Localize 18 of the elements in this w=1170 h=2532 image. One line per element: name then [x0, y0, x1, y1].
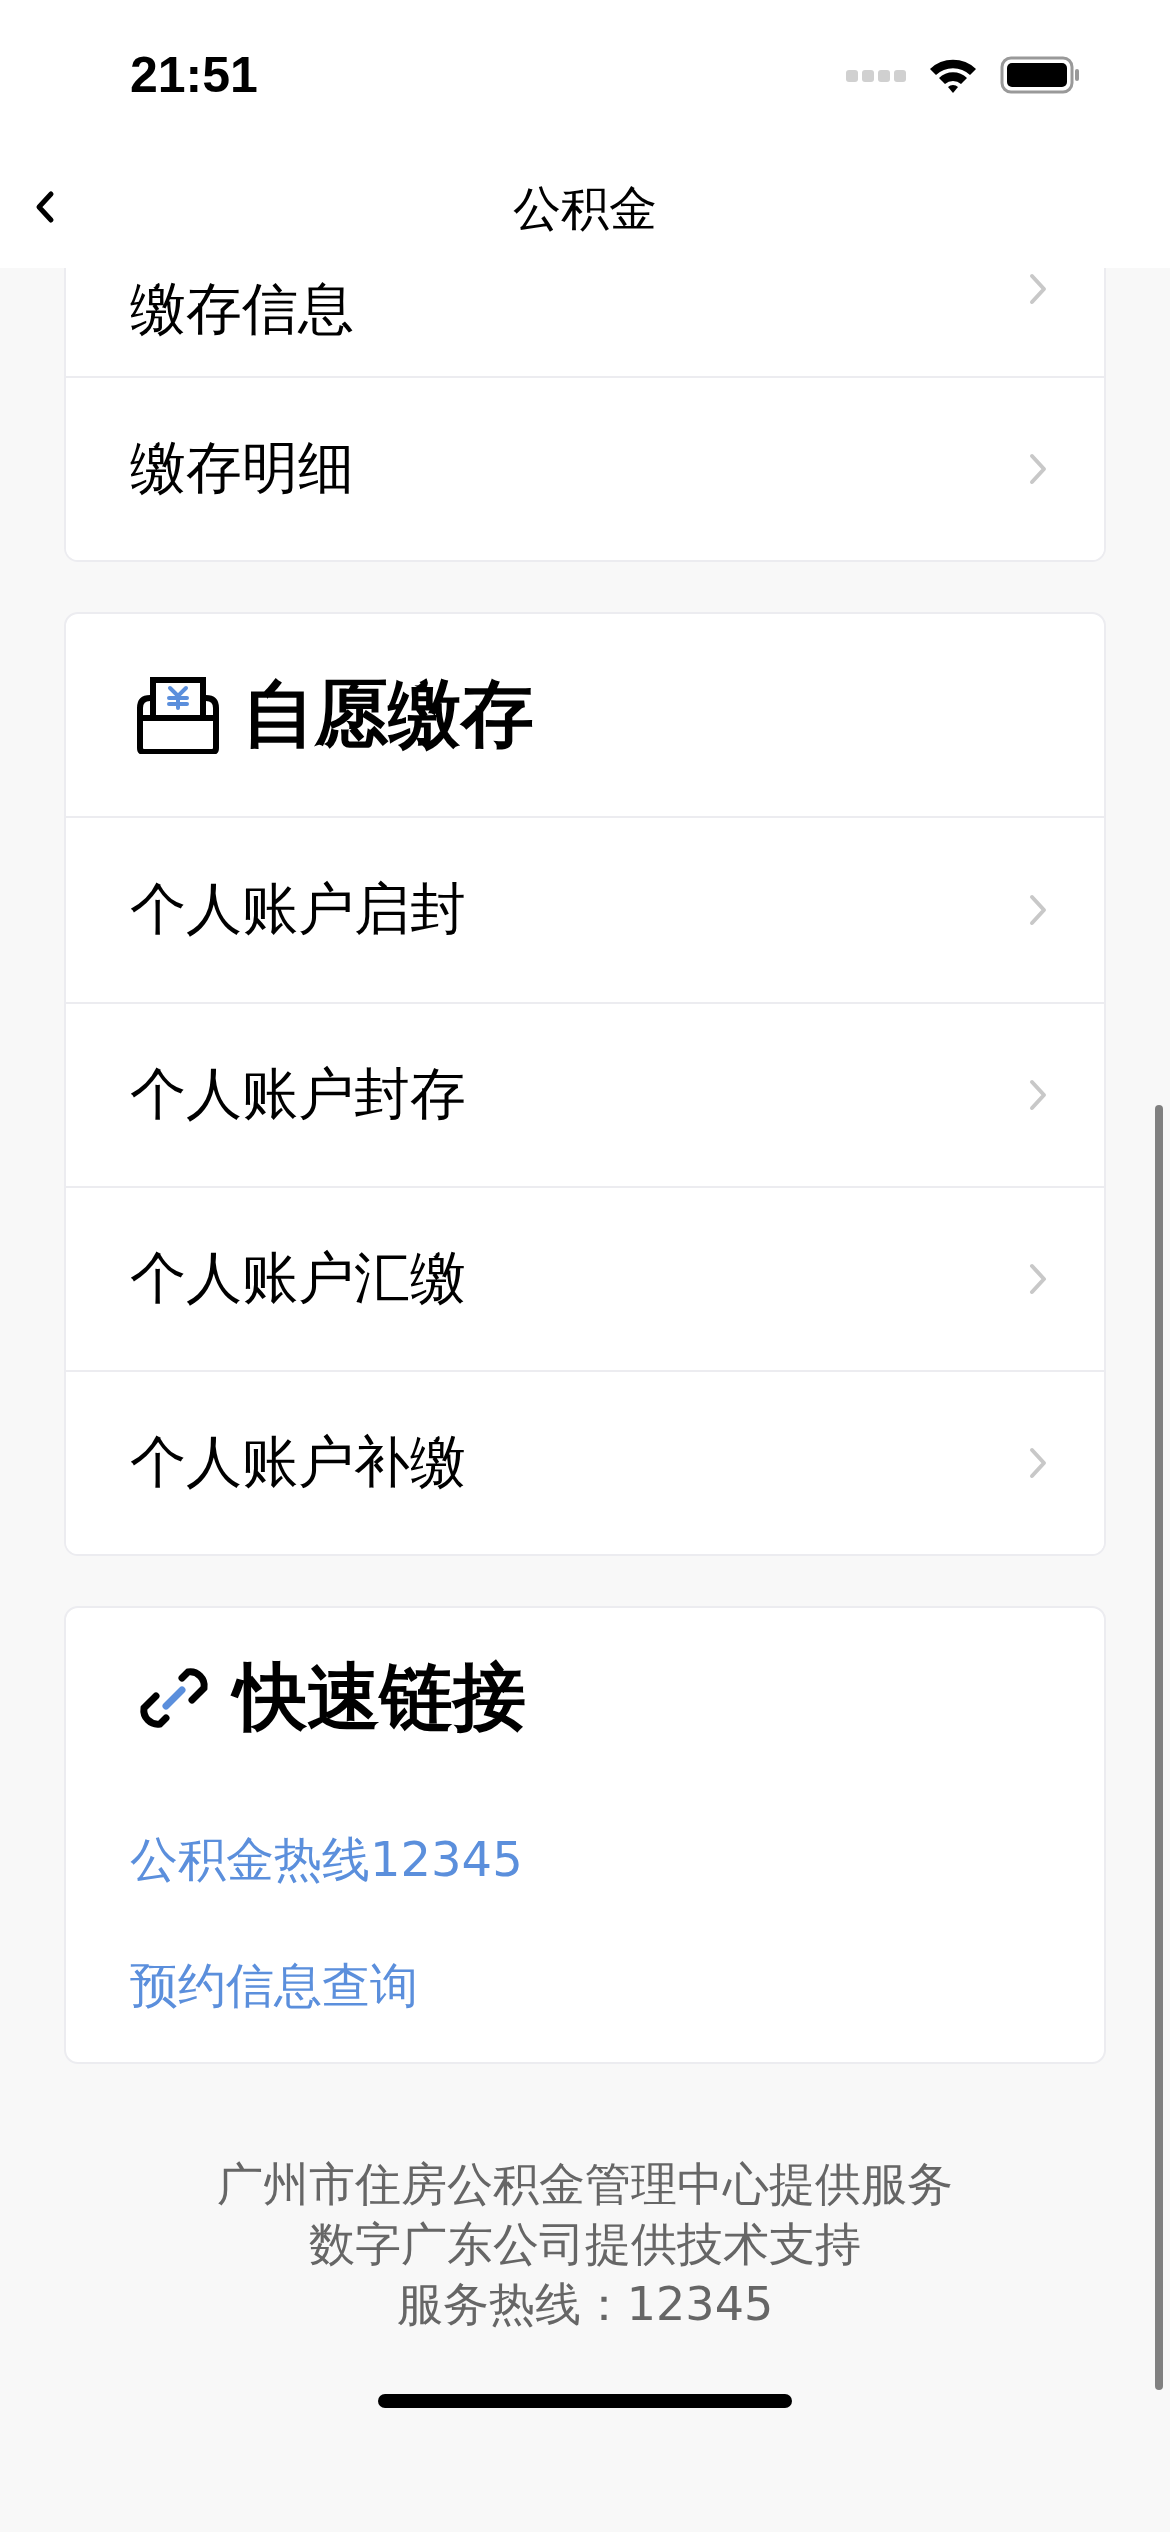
cash-box-icon	[136, 676, 220, 754]
chevron-icon	[1028, 1078, 1048, 1112]
status-time: 21:51	[130, 46, 258, 104]
footer-text: 广州市住房公积金管理中心提供服务	[217, 2158, 953, 2210]
chevron-icon	[1028, 452, 1048, 486]
page-title: 公积金	[513, 179, 657, 238]
footer-text: 数字广东公司提供技术支持	[309, 2218, 861, 2270]
footer-text: 服务热线：12345	[396, 2278, 774, 2330]
chevron-icon	[1028, 1262, 1048, 1296]
battery-icon	[1000, 56, 1080, 94]
chevron-icon	[1028, 893, 1048, 927]
section-title: 自愿缴存	[242, 669, 534, 758]
chevron-icon	[1028, 272, 1048, 306]
chevron-icon	[1028, 1446, 1048, 1480]
menu-item[interactable]: 个人账户补缴	[66, 1370, 1104, 1554]
menu-item[interactable]: 缴存明细	[66, 376, 1104, 560]
signal-icon	[846, 68, 906, 82]
back-icon	[34, 190, 56, 224]
